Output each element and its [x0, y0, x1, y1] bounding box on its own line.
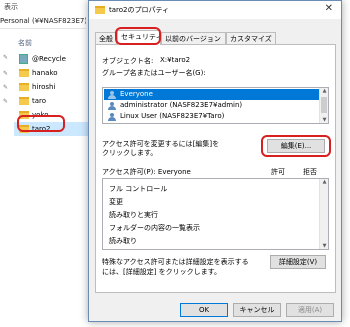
scroll-up-icon[interactable]: ▲	[321, 88, 328, 94]
properties-dialog: taro2のプロパティ ✕ 全般 セキュリティ 以前のバージョン カスタマイズ …	[88, 0, 342, 322]
apply-button[interactable]: 適用(A)	[286, 303, 334, 317]
folder-icon	[19, 69, 29, 77]
permission-row: 読み取り	[109, 237, 137, 245]
folder-icon	[95, 6, 105, 14]
list-item[interactable]: taro	[14, 94, 94, 108]
tab-customize[interactable]: カスタマイズ	[226, 32, 276, 44]
permission-row: フォルダーの内容の一覧表示	[109, 224, 200, 232]
advanced-text-line2: には、[詳細設定] をクリックします。	[102, 268, 221, 276]
list-item-label: hiroshi	[32, 83, 56, 91]
scroll-down-icon[interactable]: ▼	[321, 243, 328, 249]
user-icon	[108, 113, 117, 121]
user-label: administrator (NASF823E7¥admin)	[120, 101, 243, 109]
user-list[interactable]: Everyone administrator (NASF823E7¥admin)…	[102, 87, 329, 124]
permission-row: フル コントロール	[109, 185, 168, 193]
ok-button[interactable]: OK	[180, 303, 228, 317]
user-row-linux[interactable]: Linux User (NASF823E7¥Taro)	[104, 111, 224, 122]
list-item-label: hanako	[32, 69, 58, 77]
folder-icon	[19, 83, 29, 91]
list-item[interactable]: hiroshi	[14, 80, 94, 94]
users-icon	[108, 91, 117, 99]
scroll-thumb[interactable]	[321, 97, 327, 113]
cancel-button[interactable]: キャンセル	[233, 303, 281, 317]
list-item[interactable]: hanako	[14, 66, 94, 80]
dialog-titlebar[interactable]: taro2のプロパティ ✕	[89, 1, 341, 19]
object-name-value: X:¥taro2	[160, 56, 191, 64]
permissions-scrollbar[interactable]: ▲ ▼	[319, 179, 328, 249]
highlight-box	[261, 135, 331, 157]
tab-general[interactable]: 全般	[95, 32, 117, 44]
permission-row: 読み取りと実行	[109, 211, 158, 219]
explorer-name-column-header[interactable]: 名前	[18, 38, 32, 48]
permissions-header: アクセス許可(P): Everyone	[102, 168, 191, 176]
change-permission-text: アクセス許可を変更するには[編集]を クリックします。	[102, 140, 220, 157]
pin-icon: ✎	[3, 70, 9, 77]
recycle-folder-icon	[19, 54, 28, 64]
deny-column-header: 拒否	[303, 168, 317, 176]
group-list-label: グループ名またはユーザー名(G):	[102, 69, 206, 77]
permissions-list[interactable]: フル コントロール 変更 読み取りと実行 フォルダーの内容の一覧表示 読み取り …	[102, 178, 329, 250]
scroll-down-icon[interactable]: ▼	[321, 117, 328, 123]
pin-icon: ✎	[3, 84, 9, 91]
advanced-text-line1: 特殊なアクセス許可または詳細設定を表示する	[102, 258, 249, 266]
explorer-view-menu[interactable]: 表示	[4, 2, 18, 12]
allow-column-header: 許可	[271, 168, 285, 176]
list-item[interactable]: @Recycle	[14, 52, 94, 66]
permission-row: 変更	[109, 198, 123, 206]
security-panel: オブジェクト名: X:¥taro2 グループ名またはユーザー名(G): Ever…	[95, 44, 336, 293]
pin-icon: ✎	[3, 54, 9, 61]
object-name-label: オブジェクト名:	[102, 57, 154, 65]
user-label: Linux User (NASF823E7¥Taro)	[120, 112, 225, 120]
folder-icon	[19, 97, 29, 105]
list-item-label: @Recycle	[32, 55, 66, 63]
user-label: Everyone	[120, 90, 153, 98]
scroll-up-icon[interactable]: ▲	[321, 179, 328, 185]
highlight-box	[17, 115, 65, 132]
user-row-everyone[interactable]: Everyone	[104, 89, 321, 100]
dialog-title: taro2のプロパティ	[109, 6, 170, 14]
advanced-button[interactable]: 詳細設定(V)	[270, 255, 326, 269]
pin-icon: ✎	[3, 98, 9, 105]
user-list-scrollbar[interactable]: ▲ ▼	[319, 88, 328, 123]
explorer-address-bar[interactable]: Personal (¥¥NASF823E7) ›	[0, 14, 86, 29]
tab-previous-versions[interactable]: 以前のバージョン	[161, 32, 226, 44]
explorer-nav-pane: ✎ ✎ ✎ ✎	[0, 46, 14, 156]
highlight-box	[115, 27, 161, 45]
close-icon[interactable]: ✕	[325, 3, 333, 14]
user-row-admin[interactable]: administrator (NASF823E7¥admin)	[104, 100, 242, 111]
user-icon	[108, 102, 117, 110]
list-item-label: taro	[32, 97, 47, 105]
